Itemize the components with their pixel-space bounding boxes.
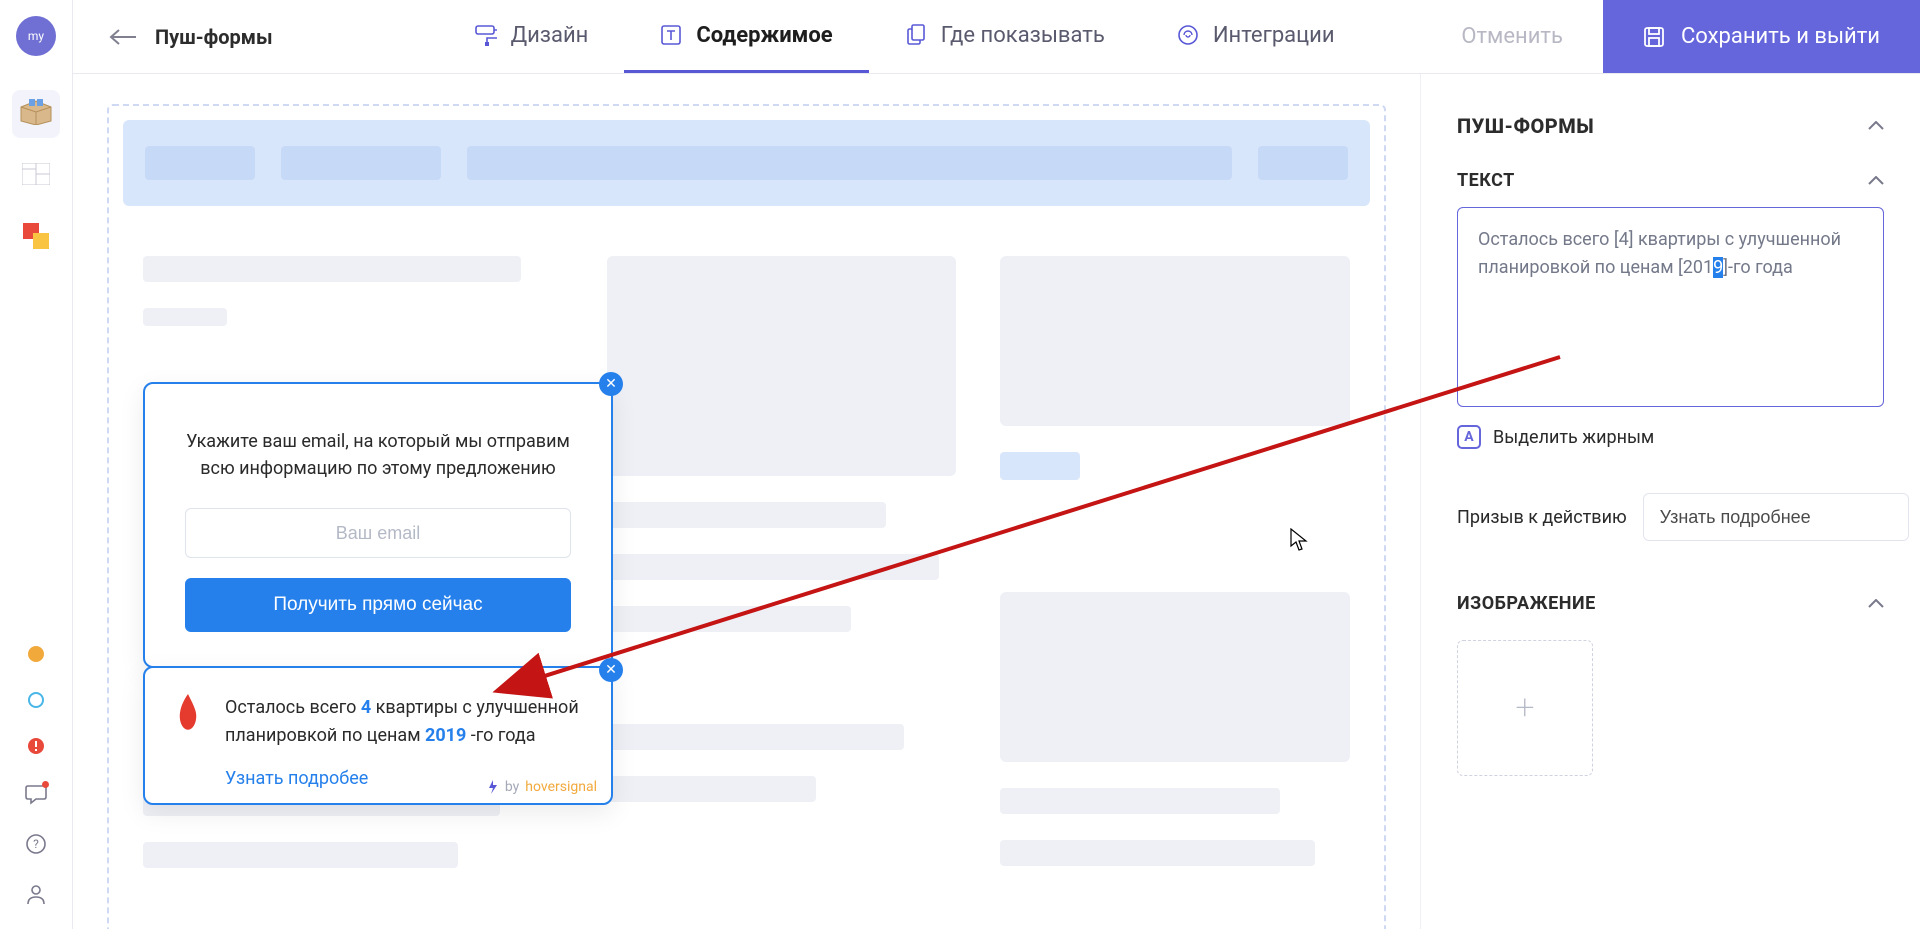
sidebar-status-red[interactable] xyxy=(27,737,45,759)
tab-integrations[interactable]: Интеграции xyxy=(1141,0,1371,73)
sidebar-chat[interactable] xyxy=(25,783,47,809)
tab-design-label: Дизайн xyxy=(511,23,589,48)
top-header: Пуш-формы Дизайн Содержимое Где показыва… xyxy=(73,0,1920,74)
placeholder xyxy=(281,146,441,180)
hero-placeholder xyxy=(123,120,1370,206)
placeholder xyxy=(1000,592,1350,762)
push-popup[interactable]: ✕ Осталось всего 4 квартиры с улучшенной… xyxy=(143,666,613,805)
avatar[interactable]: my xyxy=(16,16,56,56)
sidebar-item-layout[interactable] xyxy=(12,152,60,200)
section-image[interactable]: ИЗОБРАЖЕНИЕ xyxy=(1457,577,1884,630)
tab-content-label: Содержимое xyxy=(696,23,832,48)
placeholder xyxy=(607,776,817,802)
shapes-icon xyxy=(23,223,49,253)
tab-where-label: Где показывать xyxy=(941,23,1105,48)
sidebar-item-shapes[interactable] xyxy=(12,214,60,262)
bold-icon: A xyxy=(1457,425,1481,449)
section-push-forms[interactable]: ПУШ-ФОРМЫ xyxy=(1457,98,1884,154)
cta-label: Призыв к действию xyxy=(1457,507,1627,528)
placeholder xyxy=(607,554,939,580)
flame-icon xyxy=(171,694,205,742)
placeholder xyxy=(1000,256,1350,426)
tab-design[interactable]: Дизайн xyxy=(439,0,625,73)
placeholder xyxy=(467,146,1232,180)
learn-more-link[interactable]: Узнать подробее xyxy=(225,768,368,789)
placeholder xyxy=(143,256,521,282)
placeholder xyxy=(607,256,957,476)
save-button[interactable]: Сохранить и выйти xyxy=(1603,0,1920,73)
placeholder xyxy=(607,606,852,632)
cancel-button[interactable]: Отменить xyxy=(1421,0,1603,73)
sidebar-help[interactable]: ? xyxy=(25,833,47,859)
push-brand: by hoversignal xyxy=(487,779,597,795)
sidebar-status-ring[interactable] xyxy=(27,691,45,713)
sidebar-profile[interactable] xyxy=(25,883,47,909)
push-message: Осталось всего 4 квартиры с улучшенной п… xyxy=(225,694,585,750)
chevron-up-icon xyxy=(1868,121,1884,131)
sidebar-item-box[interactable] xyxy=(12,90,60,138)
chevron-up-icon xyxy=(1868,599,1884,609)
email-popup-text: Укажите ваш email, на который мы отправи… xyxy=(185,428,571,482)
pages-icon xyxy=(905,24,927,46)
sidebar-status-orange[interactable] xyxy=(27,645,45,667)
save-label: Сохранить и выйти xyxy=(1681,24,1880,49)
email-cta-button[interactable]: Получить прямо сейчас xyxy=(185,578,571,632)
close-icon[interactable]: ✕ xyxy=(599,372,623,396)
placeholder xyxy=(1000,788,1280,814)
section-image-label: ИЗОБРАЖЕНИЕ xyxy=(1457,593,1596,614)
box-icon xyxy=(19,99,53,129)
bold-button[interactable]: A Выделить жирным xyxy=(1457,425,1884,449)
close-icon[interactable]: ✕ xyxy=(599,658,623,682)
tab-content[interactable]: Содержимое xyxy=(624,0,868,73)
placeholder xyxy=(1000,452,1080,480)
arrow-left-icon xyxy=(109,29,137,45)
section-text[interactable]: ТЕКСТ xyxy=(1457,154,1884,207)
tab-integrations-label: Интеграции xyxy=(1213,23,1335,48)
placeholder xyxy=(145,146,255,180)
text-frame-icon xyxy=(660,24,682,46)
layout-icon xyxy=(22,163,50,189)
placeholder xyxy=(1258,146,1348,180)
placeholder xyxy=(1000,840,1315,866)
page-canvas[interactable]: ✕ Укажите ваш email, на который мы отпра… xyxy=(107,104,1386,929)
tab-where[interactable]: Где показывать xyxy=(869,0,1141,73)
bold-label: Выделить жирным xyxy=(1493,427,1654,448)
section-text-label: ТЕКСТ xyxy=(1457,170,1515,191)
placeholder xyxy=(143,308,227,326)
placeholder xyxy=(143,842,458,868)
plus-icon: + xyxy=(1515,688,1534,728)
svg-text:?: ? xyxy=(33,837,39,851)
header-tabs: Дизайн Содержимое Где показывать Интегра… xyxy=(439,0,1371,73)
link-icon xyxy=(1177,24,1199,46)
settings-panel: ПУШ-ФОРМЫ ТЕКСТ Осталось всего [4] кварт… xyxy=(1420,74,1920,929)
chevron-up-icon xyxy=(1868,176,1884,186)
email-input[interactable] xyxy=(185,508,571,558)
email-popup[interactable]: ✕ Укажите ваш email, на который мы отпра… xyxy=(143,382,613,668)
roller-icon xyxy=(475,24,497,46)
back-label: Пуш-формы xyxy=(155,25,273,49)
left-sidebar: my ? xyxy=(0,0,73,929)
save-icon xyxy=(1643,26,1665,48)
placeholder xyxy=(607,724,904,750)
canvas-area: ✕ Укажите ваш email, на который мы отпра… xyxy=(73,74,1420,929)
section-title: ПУШ-ФОРМЫ xyxy=(1457,114,1594,138)
cta-input[interactable] xyxy=(1643,493,1909,541)
back-button[interactable]: Пуш-формы xyxy=(73,0,299,73)
placeholder xyxy=(607,502,887,528)
image-dropzone[interactable]: + xyxy=(1457,640,1593,776)
text-editor[interactable]: Осталось всего [4] квартиры с улучшенной… xyxy=(1457,207,1884,407)
